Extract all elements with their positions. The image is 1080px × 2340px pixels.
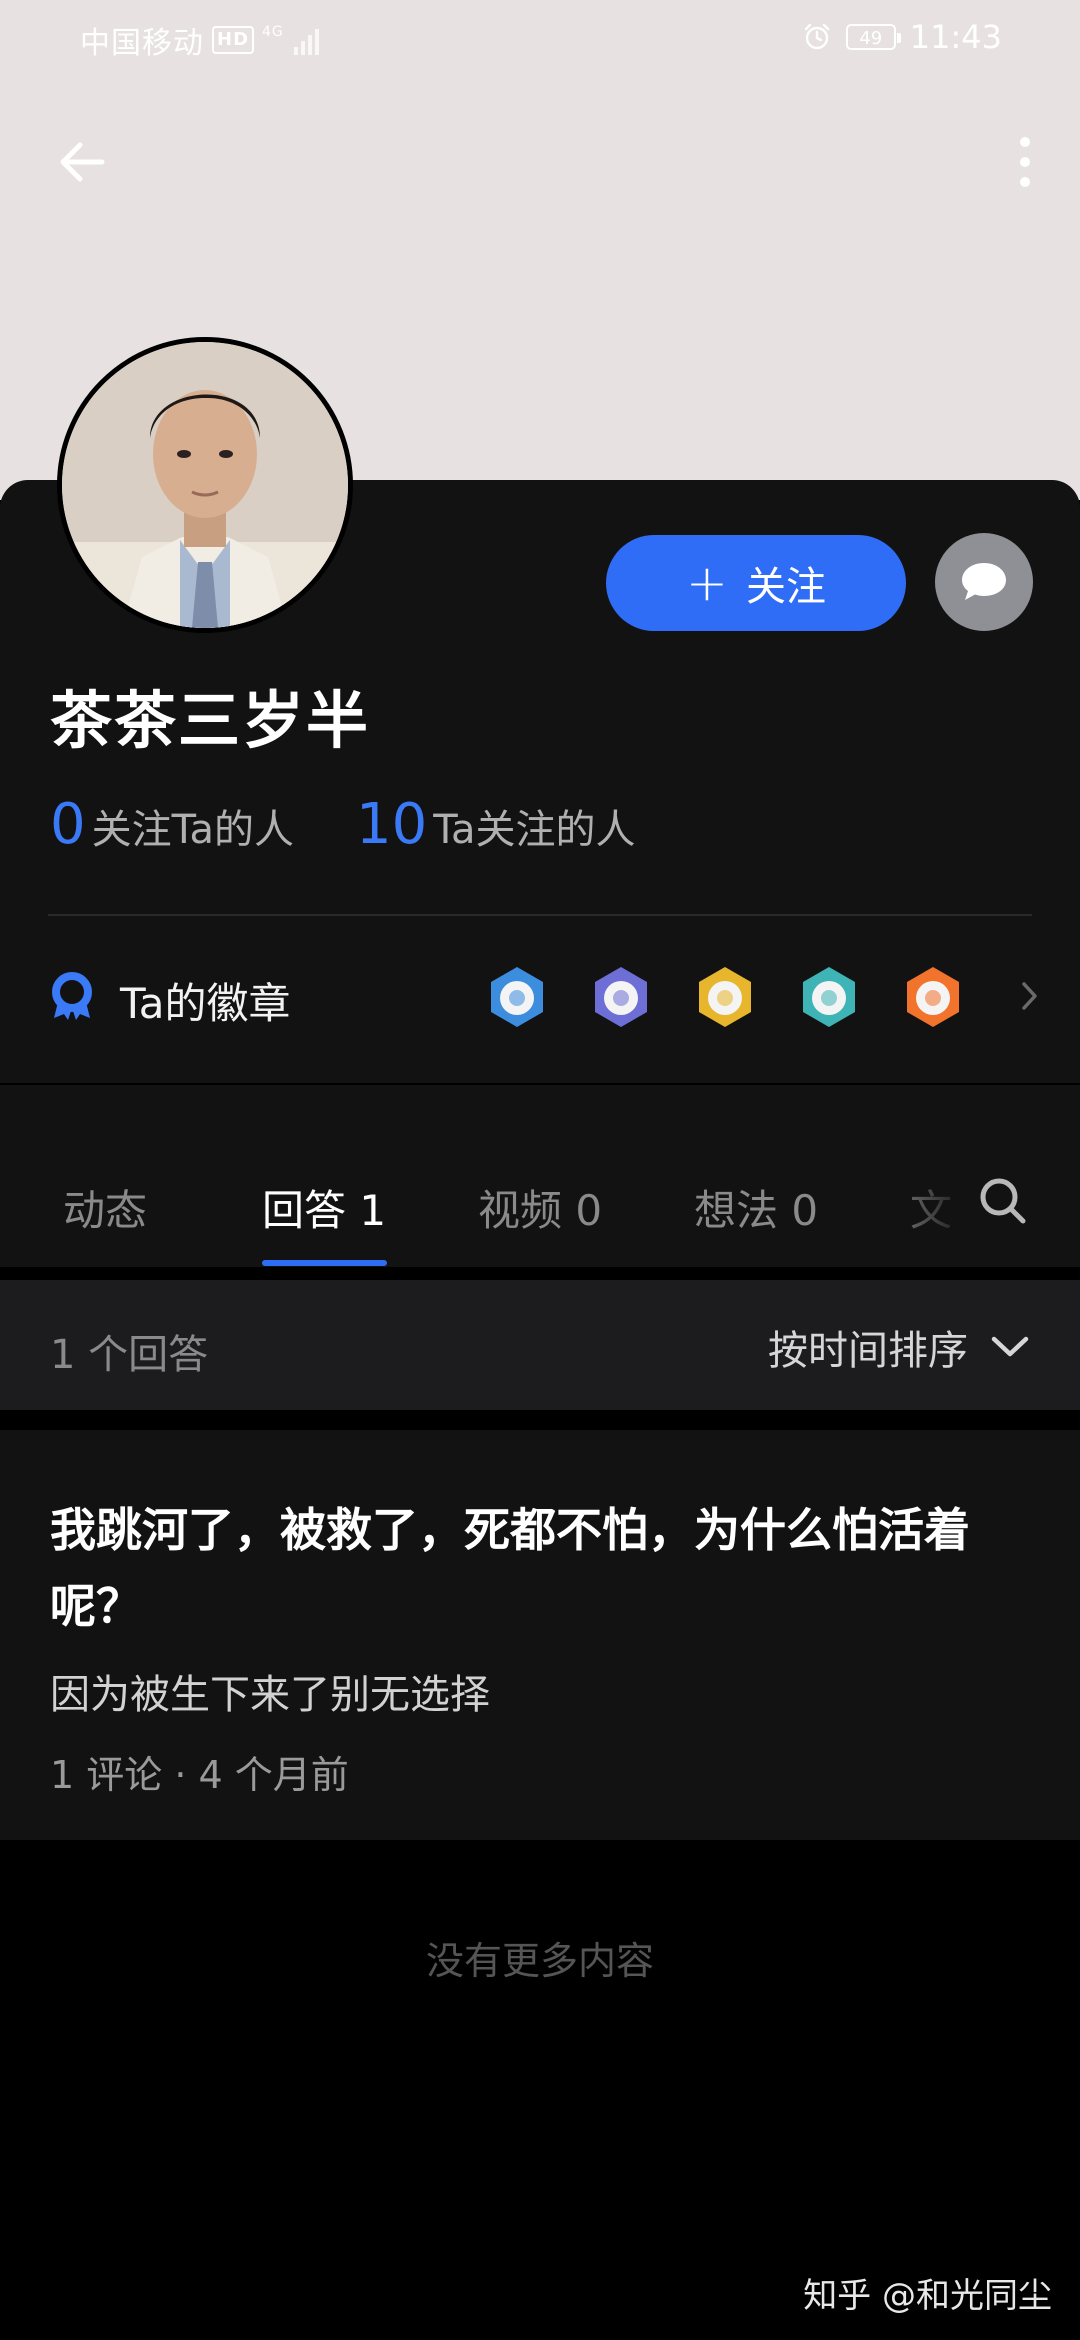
follow-button[interactable]: + 关注 — [606, 535, 906, 631]
back-arrow-icon — [60, 142, 105, 182]
chat-bubble-icon — [962, 563, 1006, 600]
tab-thoughts[interactable]: 想法 0 — [694, 1177, 818, 1238]
end-of-list-label: 没有更多内容 — [425, 1939, 654, 1983]
network-label: 4G — [262, 24, 284, 40]
badges-title: Ta的徽章 — [120, 979, 291, 1028]
badge-blue-icon — [485, 965, 549, 1029]
followers-count: 0 — [50, 792, 86, 857]
battery-icon: 49 — [845, 24, 901, 50]
status-bar: 中国移动 HD 4G 49 11:43 — [0, 0, 1080, 76]
avatar[interactable] — [57, 337, 353, 633]
content-tabs: 动态 回答 1 视频 0 想法 0 文 — [0, 1085, 1080, 1267]
chevron-right-icon — [1022, 982, 1037, 1010]
tab-videos[interactable]: 视频 0 — [478, 1177, 602, 1238]
search-icon[interactable] — [975, 1173, 1031, 1229]
clock: 11:43 — [909, 18, 1002, 56]
carrier-label: 中国移动 — [80, 26, 204, 61]
following-count: 10 — [355, 792, 428, 857]
badge-teal-icon — [797, 965, 861, 1029]
followers-label: 关注Ta的人 — [91, 807, 294, 853]
badge-purple-icon — [589, 965, 653, 1029]
message-button[interactable] — [935, 533, 1033, 631]
follow-label: 关注 — [745, 564, 826, 610]
active-tab-indicator — [262, 1260, 387, 1266]
status-right: 49 11:43 — [802, 18, 1002, 56]
answers-header: 1 个回答 按时间排序 — [0, 1280, 1080, 1410]
following-label: Ta关注的人 — [433, 807, 636, 853]
answer-meta: 1 评论 · 4 个月前 — [50, 1753, 349, 1797]
divider — [48, 914, 1032, 916]
sort-label: 按时间排序 — [768, 1328, 968, 1374]
profile-name: 茶茶三岁半 — [50, 684, 371, 757]
medal-icon — [52, 972, 92, 1020]
status-left: 中国移动 HD 4G — [80, 18, 319, 62]
following-stat[interactable]: 10 Ta关注的人 — [356, 792, 636, 857]
plus-icon: + — [686, 554, 728, 612]
more-vertical-icon — [1020, 137, 1030, 187]
hd-badge: HD — [212, 26, 255, 54]
badge-gold-icon — [693, 965, 757, 1029]
chevron-down-icon — [991, 1336, 1029, 1357]
badges-row[interactable]: Ta的徽章 — [0, 920, 1080, 1080]
profile-page: 中国移动 HD 4G 49 11:43 Ta的徽章 + 关注 茶茶三岁半 0 关… — [0, 0, 1080, 2340]
more-options-button[interactable] — [990, 120, 1060, 204]
badge-orange-icon — [901, 965, 965, 1029]
question-title[interactable]: 我跳河了，被救了，死都不怕，为什么怕活着呢？ — [50, 1492, 1040, 1644]
avatar-photo — [62, 342, 348, 628]
sort-button[interactable]: 按时间排序 — [768, 1318, 1030, 1376]
tab-answers[interactable]: 回答 1 — [262, 1177, 386, 1238]
signal-icon — [293, 25, 319, 55]
follow-stats: 0 关注Ta的人 10 Ta关注的人 — [50, 792, 636, 857]
back-button[interactable] — [40, 120, 124, 204]
answer-card[interactable]: 我跳河了，被救了，死都不怕，为什么怕活着呢？ 因为被生下来了别无选择 1 评论 … — [0, 1430, 1080, 1840]
badge-list — [485, 965, 965, 1029]
followers-stat[interactable]: 0 关注Ta的人 — [50, 792, 294, 857]
answer-count: 1 个回答 — [50, 1332, 209, 1378]
alarm-icon — [804, 23, 829, 50]
watermark: 知乎 @和光同尘 — [803, 2276, 1052, 2316]
answer-excerpt: 因为被生下来了别无选择 — [50, 1672, 490, 1718]
tab-activity[interactable]: 动态 — [63, 1177, 147, 1238]
